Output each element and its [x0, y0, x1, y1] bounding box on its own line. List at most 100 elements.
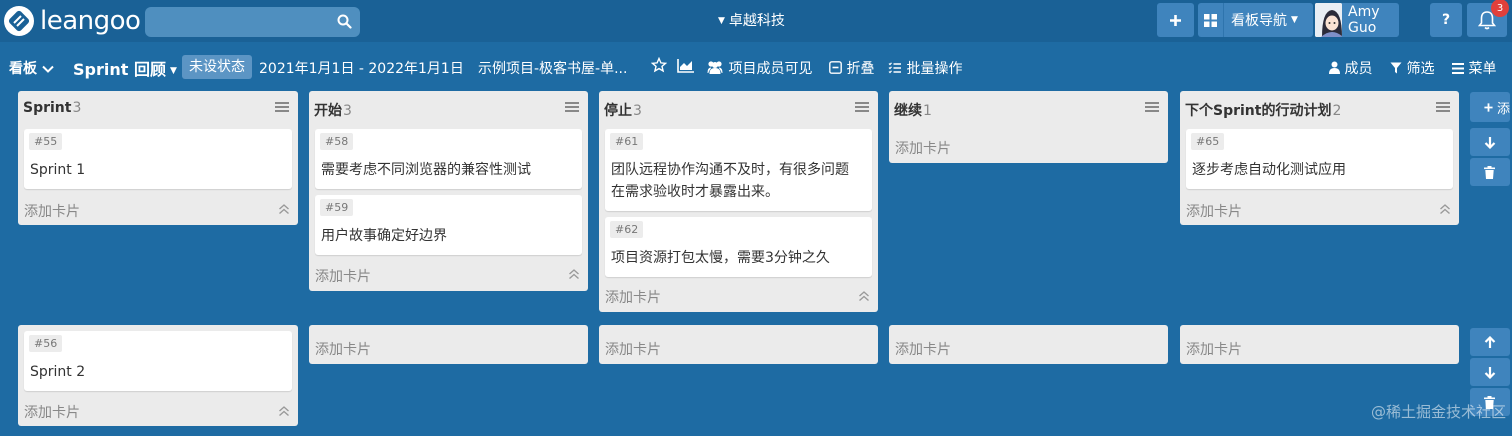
add-card-link[interactable]: 添加卡片 [315, 266, 371, 286]
list-sprint-lane2: #56 Sprint 2 添加卡片 [18, 325, 298, 426]
board-nav-button[interactable]: 看板导航 ▼ [1198, 3, 1313, 37]
add-card-link[interactable]: 添加卡片 [895, 339, 951, 359]
caret-down-icon: ▼ [169, 66, 177, 76]
list-next-sprint-lane2: 添加卡片 [1180, 325, 1459, 364]
status-badge[interactable]: 未设状态 [182, 55, 252, 79]
card[interactable]: #62 项目资源打包太慢，需要3分钟之久 [605, 217, 872, 277]
collapse-up-icon[interactable] [278, 203, 290, 219]
card-text: Sprint 2 [30, 364, 86, 380]
list-sprint: Sprint3 #55 Sprint 1 添加卡片 [18, 91, 298, 225]
add-button[interactable] [1157, 3, 1194, 37]
list-next-sprint-actions: 下个Sprint的行动计划2 #65 逐步考虑自动化测试应用 添加卡片 [1180, 91, 1459, 225]
avatar [1315, 3, 1342, 37]
add-card-link[interactable]: 添加卡片 [315, 339, 371, 359]
card-id: #62 [610, 221, 644, 238]
hamburger-icon[interactable] [1145, 101, 1159, 117]
project-link[interactable]: 示例项目-极客书屋-单... [478, 58, 627, 78]
collapse-up-icon[interactable] [1439, 203, 1451, 219]
search-input[interactable] [145, 7, 360, 37]
hamburger-icon[interactable] [1436, 101, 1450, 117]
filter-button[interactable]: 筛选 [1390, 58, 1434, 78]
lane-move-down-button[interactable] [1470, 128, 1510, 156]
list-title[interactable]: 开始3 [314, 100, 352, 120]
list-count: 3 [633, 103, 642, 119]
search-box[interactable] [145, 7, 360, 37]
card-text: 需要考虑不同浏览器的兼容性测试 [321, 162, 531, 178]
org-switcher[interactable]: ▼ 卓越科技 [718, 10, 785, 30]
add-card-link[interactable]: 添加卡片 [24, 402, 80, 422]
arrow-down-icon [1484, 366, 1496, 379]
lane-delete-button[interactable] [1470, 158, 1510, 186]
list-title-text: 开始 [314, 103, 342, 119]
list-title-text: 继续 [894, 103, 922, 119]
list-title[interactable]: Sprint3 [23, 100, 81, 116]
list-header: 停止3 [599, 91, 878, 127]
menu-button[interactable]: 菜单 [1452, 58, 1496, 78]
logo[interactable]: leangoo [4, 6, 141, 36]
hamburger-icon[interactable] [565, 101, 579, 117]
user-name: Amy Guo [1348, 4, 1380, 36]
list-title[interactable]: 下个Sprint的行动计划2 [1185, 100, 1341, 120]
members-button[interactable]: 成员 [1329, 58, 1372, 78]
fold-icon [829, 61, 842, 74]
members-icon [707, 61, 723, 74]
board-menu-toggle[interactable]: 看板 [9, 58, 54, 78]
board-nav-label: 看板导航 [1231, 13, 1287, 29]
search-icon[interactable] [337, 14, 352, 33]
collapse-up-icon[interactable] [568, 268, 580, 284]
add-card-link[interactable]: 添加卡片 [24, 201, 80, 221]
card[interactable]: #59 用户故事确定好边界 [315, 195, 582, 255]
date-range[interactable]: 2021年1月1日 - 2022年1月1日 [259, 58, 464, 78]
card[interactable]: #56 Sprint 2 [24, 331, 292, 391]
hamburger-icon[interactable] [855, 101, 869, 117]
help-button[interactable]: ? [1430, 3, 1462, 37]
list-stop-lane2: 添加卡片 [599, 325, 878, 364]
card-id: #58 [320, 133, 354, 150]
add-card-link[interactable]: 添加卡片 [895, 138, 951, 158]
list-title[interactable]: 继续1 [894, 100, 932, 120]
collapse-up-icon[interactable] [858, 290, 870, 306]
add-lane-button[interactable]: 添 [1470, 92, 1510, 122]
fold-button[interactable]: 折叠 [829, 58, 874, 78]
batch-ops-button[interactable]: 批量操作 [888, 58, 962, 78]
add-card-link[interactable]: 添加卡片 [605, 287, 661, 307]
logo-text: leangoo [40, 6, 141, 36]
chevron-down-icon [42, 65, 54, 73]
lane-move-down-button[interactable] [1470, 358, 1510, 386]
add-card-link[interactable]: 添加卡片 [1186, 201, 1242, 221]
user-menu[interactable]: Amy Guo [1315, 3, 1399, 37]
caret-down-icon: ▼ [718, 16, 725, 26]
list-header: 下个Sprint的行动计划2 [1180, 91, 1459, 127]
list-title-text: 停止 [604, 103, 632, 119]
list-start: 开始3 #58 需要考虑不同浏览器的兼容性测试 #59 用户故事确定好边界 添加… [309, 91, 588, 291]
list-stop: 停止3 #61 团队远程协作沟通不及时，有很多问题在需求验收时才暴露出来。 #6… [599, 91, 878, 312]
visibility-button[interactable]: 项目成员可见 [706, 58, 812, 78]
plus-icon [1484, 102, 1493, 112]
watermark: @稀土掘金技术社区 [1370, 403, 1506, 421]
collapse-up-icon[interactable] [278, 405, 290, 421]
add-card-link[interactable]: 添加卡片 [1186, 339, 1242, 359]
card[interactable]: #61 团队远程协作沟通不及时，有很多问题在需求验收时才暴露出来。 [605, 129, 872, 211]
lane-move-up-button[interactable] [1470, 328, 1510, 356]
add-card-link[interactable]: 添加卡片 [605, 339, 661, 359]
add-lane-label: 添 [1496, 101, 1510, 117]
chart-icon[interactable] [677, 58, 695, 77]
menu-icon [1452, 63, 1464, 74]
top-navbar: leangoo ▼ 卓越科技 看板导航 ▼ Amy Guo ? 3 [0, 0, 1512, 42]
card-text: 逐步考虑自动化测试应用 [1192, 162, 1346, 178]
card-text: 团队远程协作沟通不及时，有很多问题在需求验收时才暴露出来。 [611, 162, 849, 200]
list-count: 3 [343, 103, 352, 119]
hamburger-icon[interactable] [275, 101, 289, 117]
card[interactable]: #58 需要考虑不同浏览器的兼容性测试 [315, 129, 582, 189]
filter-label: 筛选 [1406, 61, 1435, 77]
star-icon[interactable] [650, 56, 668, 77]
list-continue-lane2: 添加卡片 [889, 325, 1168, 364]
grid-icon [1198, 3, 1224, 37]
card-id: #56 [29, 335, 63, 352]
list-title[interactable]: 停止3 [604, 100, 642, 120]
card[interactable]: #65 逐步考虑自动化测试应用 [1186, 129, 1453, 189]
board-title[interactable]: Sprint 回顾 ▼ [73, 56, 177, 80]
leangoo-logo-icon [4, 6, 34, 36]
card[interactable]: #55 Sprint 1 [24, 129, 292, 189]
notifications-button[interactable]: 3 [1467, 0, 1509, 37]
